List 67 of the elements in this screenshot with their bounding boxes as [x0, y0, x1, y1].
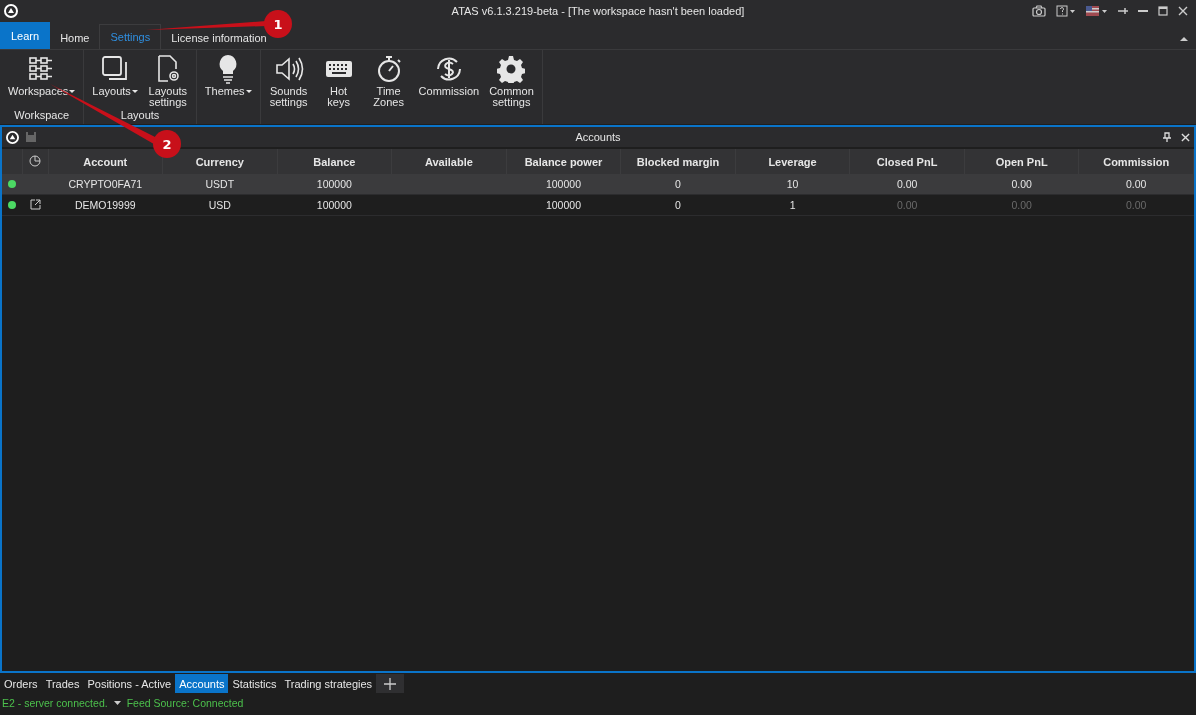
bottom-tab[interactable]: Statistics [228, 674, 281, 693]
add-tab-button[interactable] [376, 674, 405, 693]
table-cell: CRYPTO0FA71 [68, 178, 143, 190]
keyboard-icon [324, 60, 353, 78]
bottom-tab[interactable]: Accounts [175, 674, 229, 693]
window-title: ATAS v6.1.3.219-beta - [The workspace hasn't been loaded] [451, 5, 745, 17]
close-icon[interactable] [1181, 132, 1190, 142]
ribbon-button[interactable]: Themes [199, 50, 257, 124]
app-logo-icon [4, 4, 18, 18]
table-cell: 0 [675, 199, 681, 211]
ribbon-tab[interactable]: Settings [99, 24, 162, 49]
table-cell: 0.00 [1126, 199, 1147, 211]
table-cell: 0 [675, 178, 681, 190]
table-cell: 100000 [316, 199, 352, 211]
caret-icon[interactable] [113, 701, 121, 705]
connection-status[interactable]: E2 - server connected. [2, 697, 108, 709]
bottom-tab[interactable]: Positions - Active [83, 674, 176, 693]
pin-icon[interactable] [1163, 132, 1171, 142]
table-cell: 0.00 [1011, 178, 1032, 190]
bottom-tab[interactable]: Trading strategies [280, 674, 377, 693]
ribbon-button[interactable]: Common settings [484, 50, 539, 124]
ribbon-tab[interactable]: Home [56, 32, 94, 44]
ribbon-button[interactable]: Sounds settings [263, 50, 314, 124]
bottom-tab[interactable]: Trades [41, 674, 84, 693]
ribbon-button[interactable]: Commission [413, 50, 485, 124]
pin-icon[interactable] [1118, 7, 1128, 15]
ribbon-button[interactable]: Workspaces [3, 50, 81, 108]
table-cell: 0.00 [896, 199, 918, 211]
copy-icon [101, 55, 130, 83]
save-icon[interactable] [25, 131, 37, 143]
stopwatch-icon [375, 54, 402, 84]
settings-icon [497, 55, 526, 83]
minimize-icon[interactable] [1138, 9, 1148, 13]
external-link-icon[interactable] [29, 198, 41, 210]
column-header[interactable]: Balance [313, 155, 356, 168]
table-cell: 1 [789, 199, 796, 211]
group-label: Layouts [120, 109, 160, 121]
collapse-icon[interactable] [1180, 36, 1188, 41]
ribbon-button[interactable]: Hot keys [313, 50, 364, 124]
help-icon[interactable] [1056, 5, 1076, 17]
ribbon-button[interactable]: Time Zones [363, 50, 414, 124]
table-cell: USD [208, 199, 231, 211]
flag-icon[interactable] [1086, 6, 1108, 16]
speaker-icon [273, 56, 304, 82]
table-cell: USDT [205, 178, 235, 190]
group-label: Workspace [14, 109, 70, 121]
table-cell: 0.00 [896, 178, 918, 190]
close-icon[interactable] [1178, 6, 1188, 16]
ribbon-button[interactable]: Layouts [87, 50, 143, 108]
ribbon-button[interactable]: Layouts settings [142, 50, 193, 108]
bottom-tab[interactable]: Orders [0, 674, 42, 693]
table-cell: 100000 [316, 178, 352, 190]
plus-icon [384, 677, 397, 690]
table-cell: 100000 [545, 199, 581, 211]
table-cell: 100000 [545, 178, 581, 190]
feed-status: Feed Source: Connected [126, 697, 244, 709]
camera-icon[interactable] [1032, 5, 1046, 17]
table-cell: 0.00 [1011, 199, 1032, 211]
table-cell: 10 [786, 178, 799, 190]
learn-button[interactable]: Learn [0, 22, 51, 49]
panel-title: Accounts [575, 131, 621, 143]
maximize-icon[interactable] [1158, 6, 1168, 16]
pie-chart-icon[interactable] [29, 154, 41, 167]
table-cell: DEMO19999 [74, 199, 136, 211]
table-cell: 0.00 [1126, 178, 1147, 190]
callout-badge: 2 [153, 130, 181, 158]
app-logo-icon [6, 130, 19, 144]
